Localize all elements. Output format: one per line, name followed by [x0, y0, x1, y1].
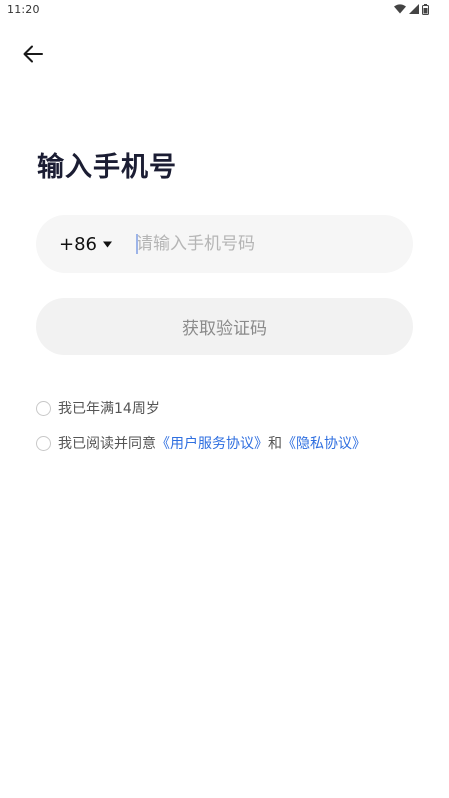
signal-icon: [409, 4, 419, 14]
age-consent-row: 我已年满14周岁: [36, 399, 160, 417]
agreement-consent-row: 我已阅读并同意 《用户服务协议》 和 《隐私协议》: [36, 434, 366, 452]
battery-icon: [422, 3, 429, 15]
phone-input[interactable]: [136, 228, 396, 260]
user-agreement-link[interactable]: 《用户服务协议》: [156, 433, 268, 453]
agreement-checkbox[interactable]: [36, 435, 51, 451]
page-title: 输入手机号: [37, 152, 177, 183]
status-time: 11:20: [7, 3, 40, 16]
country-code-label: +86: [59, 233, 97, 255]
age-checkbox[interactable]: [36, 400, 51, 416]
phone-field: +86: [36, 215, 413, 273]
agreement-and: 和: [268, 436, 282, 452]
wifi-icon: [394, 4, 406, 14]
back-button[interactable]: [18, 40, 48, 68]
caret-down-icon: [103, 241, 112, 247]
status-icons: [394, 3, 429, 15]
get-code-button[interactable]: 获取验证码: [36, 298, 413, 355]
status-bar: 11:20: [0, 0, 449, 20]
age-consent-label: 我已年满14周岁: [58, 401, 160, 417]
login-screen: 11:20 输入手机号 +86 请输入手机号码 获取验证码 我已年满14周岁 我…: [0, 0, 449, 798]
text-cursor: [136, 234, 138, 254]
privacy-policy-link[interactable]: 《隐私协议》: [282, 433, 366, 453]
country-code-selector[interactable]: +86: [59, 215, 112, 273]
arrow-left-icon: [23, 45, 43, 63]
agreement-prefix: 我已阅读并同意: [58, 436, 156, 452]
